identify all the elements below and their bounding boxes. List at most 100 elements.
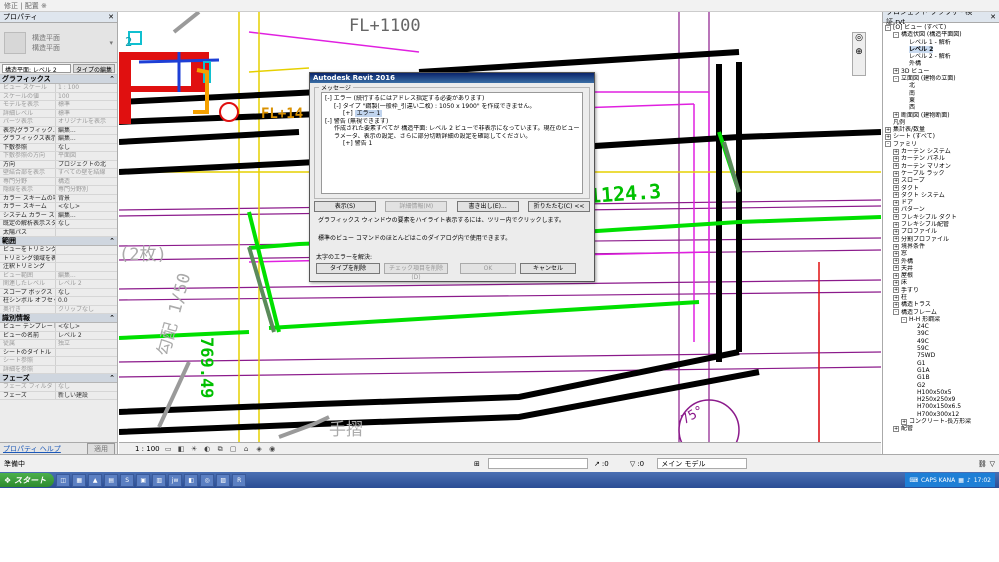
expand-icon[interactable]: + [893, 294, 899, 301]
browser-tree-item[interactable]: レベル 2 [885, 45, 997, 54]
browser-tree-item[interactable]: + ダクト システム [885, 192, 997, 199]
shadows-icon[interactable]: ◐ [203, 445, 212, 453]
browser-tree-item[interactable]: + 床 [885, 279, 997, 286]
property-value[interactable] [56, 263, 117, 271]
expand-icon[interactable]: + [893, 301, 899, 308]
expand-icon[interactable]: + [893, 185, 899, 192]
app-icon-2[interactable]: ▦ [72, 473, 87, 487]
steering-wheel-icon[interactable]: ◎ [853, 33, 865, 47]
editable-icon[interactable]: ↗ [594, 460, 600, 468]
browser-tree-item[interactable]: + 柱 [885, 294, 997, 301]
property-value[interactable]: <なし> [56, 323, 117, 331]
expand-icon[interactable]: + [893, 155, 899, 162]
properties-help-link[interactable]: プロパティ ヘルプ [3, 444, 61, 454]
expand-icon[interactable]: + [885, 126, 891, 133]
browser-tree-item[interactable]: G2 [885, 382, 997, 389]
collapse-icon[interactable]: - [893, 31, 899, 38]
collapse-icon[interactable]: ⌃ [109, 237, 115, 245]
browser-tree-item[interactable]: G1A [885, 367, 997, 374]
property-row[interactable]: 下敷参照 なし [0, 143, 117, 152]
property-row[interactable]: ビューをトリミング [0, 246, 117, 255]
message-tree-item[interactable]: ラメータ、表示の設定、さらに部分切断詳細の設定を確認してください。 [325, 133, 579, 141]
expand-icon[interactable]: + [893, 207, 899, 214]
message-tree-item[interactable]: [-] エラー (続行するにはアドレス指定する必要があります) [325, 95, 579, 103]
message-tree[interactable]: [-] エラー (続行するにはアドレス指定する必要があります) [-] タイプ "… [321, 92, 583, 194]
collapse-icon[interactable]: - [901, 316, 907, 323]
detail-level-icon[interactable]: ▭ [164, 445, 173, 453]
browser-tree-item[interactable]: - 構造伏図 (構造平面図) [885, 31, 997, 38]
collapse-icon[interactable]: ⌃ [109, 314, 115, 322]
crop-view-icon[interactable]: ⧉ [216, 445, 225, 453]
expand-icon[interactable]: + [893, 250, 899, 257]
property-row[interactable]: 方向 プロジェクトの北 [0, 160, 117, 169]
property-row[interactable]: シートのタイトル [0, 348, 117, 357]
message-tree-item[interactable]: [+] 警告 1 [325, 140, 579, 148]
app-icon-10[interactable]: ◎ [200, 473, 215, 487]
expand-icon[interactable]: + [893, 280, 899, 287]
browser-tree-item[interactable]: H700x300x12 [885, 411, 997, 418]
browser-tree-item[interactable]: 75WD [885, 352, 997, 359]
crop-region-icon[interactable]: ▢ [229, 445, 238, 453]
browser-tree-item[interactable]: + 窓 [885, 250, 997, 257]
property-row[interactable]: カラー スキーム <なし> [0, 203, 117, 212]
jw-cad-icon[interactable]: jw [168, 473, 183, 487]
zoom-icon[interactable]: ⊕ [853, 47, 865, 61]
property-group-header[interactable]: フェーズ ⌃ [0, 374, 117, 383]
dialog-button[interactable]: 表示(S) [314, 201, 376, 212]
expand-icon[interactable]: + [893, 287, 899, 294]
property-row[interactable]: スコープ ボックス なし [0, 288, 117, 297]
expand-icon[interactable]: + [893, 258, 899, 265]
expand-icon[interactable]: [+] [343, 110, 355, 117]
app-icon-11[interactable]: ▨ [216, 473, 231, 487]
browser-tree-item[interactable]: G1B [885, 374, 997, 381]
browser-tree-item[interactable]: 東 [885, 97, 997, 104]
collapse-icon[interactable]: [-] [334, 103, 343, 110]
expand-icon[interactable]: + [893, 148, 899, 155]
network-icon[interactable]: ▦ [958, 477, 964, 484]
browser-tree-item[interactable]: + パターン [885, 206, 997, 213]
property-group-header[interactable]: 範囲 ⌃ [0, 237, 117, 246]
expand-icon[interactable]: + [893, 214, 899, 221]
property-row[interactable]: 注釈トリミング [0, 263, 117, 272]
collapse-icon[interactable]: - [885, 24, 891, 31]
browser-tree-item[interactable]: + 外構 [885, 258, 997, 265]
expand-icon[interactable]: + [893, 170, 899, 177]
property-row[interactable]: フェーズ 新しい建設 [0, 391, 117, 400]
property-row[interactable]: グラフィックス表示...編集... [0, 135, 117, 144]
expand-icon[interactable]: + [893, 236, 899, 243]
navigation-bar[interactable]: ◎ ⊕ [852, 32, 866, 76]
workset-field[interactable] [488, 458, 588, 469]
dialog-button[interactable]: タイプを削除 [316, 263, 380, 274]
message-tree-item[interactable]: [-] タイプ "鋼製(一般枠_引違い二枚) : 1050 x 1900" を作… [325, 103, 579, 111]
browser-tree-item[interactable]: G1 [885, 360, 997, 367]
browser-tree-item[interactable]: 39C [885, 330, 997, 337]
property-row[interactable]: ビューの名前 レベル 2 [0, 331, 117, 340]
browser-tree-item[interactable]: + 断面図 (建物断面) [885, 112, 997, 119]
browser-tree-item[interactable]: + プロファイル [885, 228, 997, 235]
expand-icon[interactable]: + [885, 134, 891, 141]
property-row[interactable]: 太陽パス [0, 228, 117, 237]
property-row[interactable]: 柱シンボル オフセット0.0 [0, 297, 117, 306]
browser-tree-item[interactable]: + カーテン システム [885, 148, 997, 155]
reveal-hidden-icon[interactable]: ◉ [268, 445, 277, 453]
property-value[interactable] [56, 229, 117, 237]
collapse-icon[interactable]: - [893, 309, 899, 316]
property-value[interactable]: 編集... [56, 212, 117, 220]
message-tree-item[interactable]: 作成された要素すべてが 構造平面: レベル 2 ビューで非表示になっています。現… [325, 125, 579, 133]
close-icon[interactable]: ✕ [108, 13, 114, 21]
property-row[interactable]: 既定の解析表示スタ...なし [0, 220, 117, 229]
browser-tree-item[interactable]: + コンクリート-長方形梁 [885, 418, 997, 425]
volume-icon[interactable]: ♪ [967, 477, 971, 484]
type-selector[interactable]: 構造平面 構造平面 ▾ [0, 23, 117, 63]
keyboard-icon[interactable]: ⌨ [909, 477, 918, 484]
collapse-icon[interactable]: [-] [325, 95, 334, 102]
browser-tree-item[interactable]: 凡例 [885, 119, 997, 126]
expand-icon[interactable]: + [901, 418, 907, 425]
browser-tree-item[interactable]: H250x250x9 [885, 396, 997, 403]
browser-tree-item[interactable]: - 立面図 (建物の立面) [885, 75, 997, 82]
property-value[interactable] [56, 246, 117, 254]
clock[interactable]: 17:02 [974, 477, 991, 484]
property-value[interactable]: <なし> [56, 203, 117, 211]
filter-icon[interactable]: ▽ [630, 460, 635, 468]
property-value[interactable]: 編集... [56, 127, 117, 135]
